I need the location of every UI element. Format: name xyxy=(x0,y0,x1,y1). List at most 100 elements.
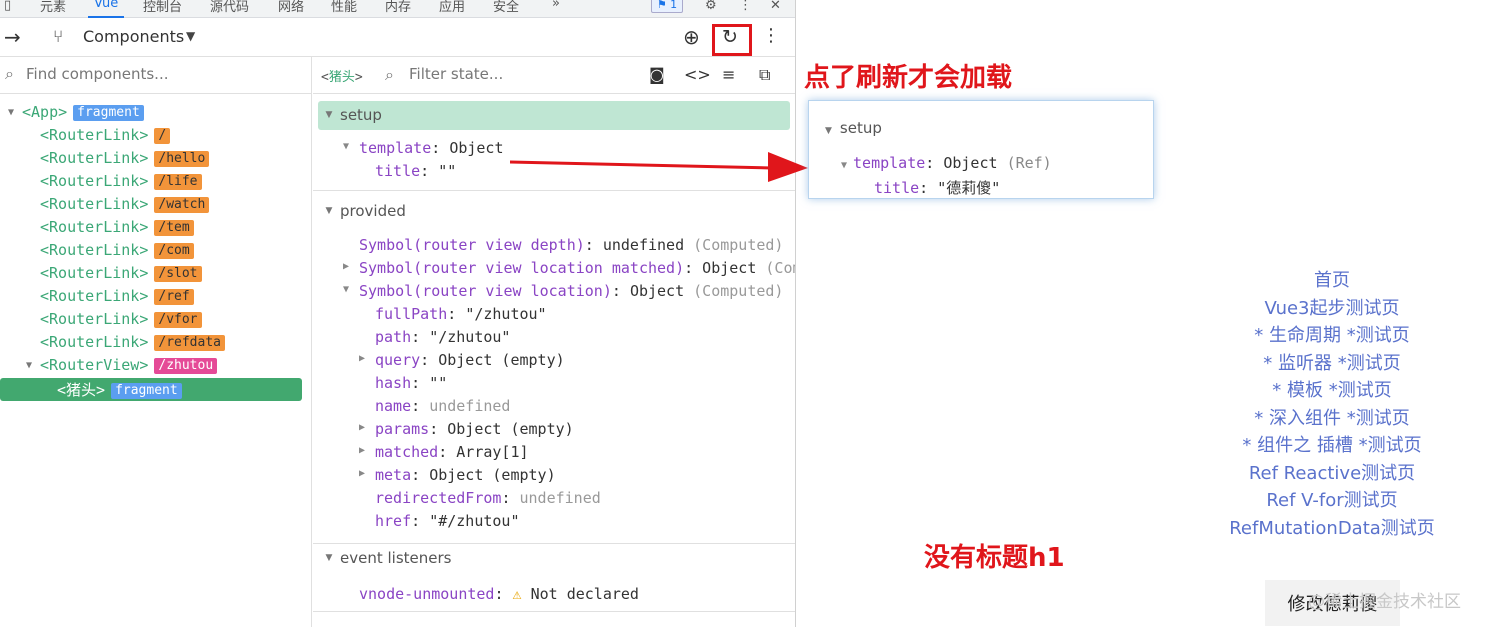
select-component-target-icon[interactable]: ⊕ xyxy=(683,25,700,49)
tab-application[interactable]: 应用 xyxy=(439,0,465,15)
component-name: <RouterLink> xyxy=(40,218,149,236)
component-search-input[interactable] xyxy=(26,63,306,85)
tree-row[interactable]: <RouterLink> /tem xyxy=(40,218,194,239)
component-badge: /com xyxy=(154,242,194,259)
prop-value: Object (empty) xyxy=(429,466,556,484)
provided-section-header[interactable]: ▼ provided xyxy=(318,197,790,226)
component-badge: /ref xyxy=(154,288,194,305)
component-name: <RouterLink> xyxy=(40,264,149,282)
arrow-right-icon[interactable]: → xyxy=(4,25,21,49)
nav-link[interactable]: * 生命周期 *测试页 xyxy=(1202,321,1462,347)
prop-key: meta xyxy=(375,466,412,484)
tab-vue[interactable]: Vue xyxy=(94,0,118,11)
location-prop[interactable]: href: "#/zhutou" xyxy=(375,512,520,530)
tree-row[interactable]: ▼ <RouterView> /zhutou xyxy=(26,356,218,377)
tree-row[interactable]: <RouterLink> /life xyxy=(40,172,202,193)
component-badge: /tem xyxy=(154,219,194,236)
expand-triangle-icon[interactable]: ▼ xyxy=(8,107,22,118)
setup-section-header[interactable]: ▼ setup xyxy=(318,101,790,130)
annotation-bottom: 没有标题h1 xyxy=(924,543,1065,573)
tree-row[interactable]: <RouterLink> /vfor xyxy=(40,310,202,331)
template-prop[interactable]: ▼ template: Object xyxy=(343,139,504,157)
tab-sources[interactable]: 源代码 xyxy=(210,0,249,15)
tab-elements[interactable]: 元素 xyxy=(40,0,66,15)
scroll-to-component-icon[interactable]: ≡ xyxy=(722,65,735,84)
location-prop[interactable]: name: undefined xyxy=(375,397,510,415)
nav-link[interactable]: RefMutationData测试页 xyxy=(1202,514,1462,540)
tab-console[interactable]: 控制台 xyxy=(143,0,182,15)
components-selector-label[interactable]: Components xyxy=(83,27,184,46)
prop-value: Array[1] xyxy=(456,443,529,461)
nav-link[interactable]: * 深入组件 *测试页 xyxy=(1202,404,1462,430)
location-prop[interactable]: fullPath: "/zhutou" xyxy=(375,305,547,323)
location-prop[interactable]: path: "/zhutou" xyxy=(375,328,510,346)
tab-security[interactable]: 安全 xyxy=(493,0,519,15)
kebab-menu-icon[interactable]: ⋮ xyxy=(739,0,752,13)
location-prop[interactable]: redirectedFrom: undefined xyxy=(375,489,601,507)
tree-row[interactable]: <RouterLink> /watch xyxy=(40,195,210,216)
more-tabs-icon[interactable]: » xyxy=(552,0,560,11)
setup-label: setup xyxy=(340,106,382,124)
tree-row[interactable]: <RouterLink> /hello xyxy=(40,149,210,170)
issues-badge[interactable]: ⚑ 1 xyxy=(651,0,683,13)
component-name: <RouterLink> xyxy=(40,195,149,213)
close-icon[interactable]: ✕ xyxy=(770,0,781,13)
prop-value: Not declared xyxy=(530,585,639,603)
code-brackets-icon[interactable]: <> xyxy=(684,65,711,84)
open-in-editor-icon[interactable]: ⧉ xyxy=(759,65,770,85)
provided-prop[interactable]: Symbol(router view depth): undefined (Co… xyxy=(359,236,783,254)
expand-triangle-icon: ▶ xyxy=(343,261,350,272)
tree-row[interactable]: <RouterLink> /slot xyxy=(40,264,202,285)
nav-link[interactable]: Ref V-for测试页 xyxy=(1202,486,1462,512)
title-prop[interactable]: title: "" xyxy=(375,162,456,180)
inspect-icon[interactable]: ▯ xyxy=(4,0,11,13)
tree-row[interactable]: <RouterLink> /refdata xyxy=(40,333,225,354)
collapse-triangle-icon: ▼ xyxy=(325,553,333,563)
prop-value: "#/zhutou" xyxy=(429,512,520,530)
nav-link[interactable]: * 监听器 *测试页 xyxy=(1202,349,1462,375)
tree-row[interactable]: <猪头> fragment xyxy=(57,379,182,400)
breadcrumb-close: > xyxy=(354,70,363,85)
filter-state-input[interactable] xyxy=(409,63,629,85)
nav-link[interactable]: Ref Reactive测试页 xyxy=(1202,459,1462,485)
tree-row[interactable]: <RouterLink> / xyxy=(40,126,171,147)
nav-link[interactable]: Vue3起步测试页 xyxy=(1202,294,1462,320)
component-badge: /slot xyxy=(154,265,202,282)
nav-link[interactable]: 首页 xyxy=(1202,266,1462,292)
expand-triangle-icon[interactable]: ▼ xyxy=(26,360,40,371)
nav-link[interactable]: * 模板 *测试页 xyxy=(1202,376,1462,402)
tree-row[interactable]: <RouterLink> /ref xyxy=(40,287,194,308)
location-prop[interactable]: ▶ meta: Object (empty) xyxy=(359,466,556,484)
annotation-arrow xyxy=(510,152,808,182)
provided-prop[interactable]: ▶ Symbol(router view location matched): O… xyxy=(343,259,795,277)
event-listener-row[interactable]: vnode-unmounted: ⚠ Not declared xyxy=(359,585,639,603)
location-prop[interactable]: hash: "" xyxy=(375,374,447,392)
refresh-icon[interactable]: ↻ xyxy=(722,26,738,48)
component-name: <RouterLink> xyxy=(40,287,149,305)
popup-title-prop: title: "德莉傻" xyxy=(874,179,1001,197)
tree-row[interactable]: <RouterLink> /com xyxy=(40,241,194,262)
popup-setup-label: setup xyxy=(839,119,882,137)
prop-key: Symbol(router view location) xyxy=(359,282,612,300)
provided-prop[interactable]: ▼ Symbol(router view location): Object (C… xyxy=(343,282,783,300)
location-prop[interactable]: ▶ query: Object (empty) xyxy=(359,351,565,369)
more-options-icon[interactable]: ⋮ xyxy=(762,25,780,46)
location-prop[interactable]: ▶ matched: Array[1] xyxy=(359,443,529,461)
component-name: <RouterLink> xyxy=(40,241,149,259)
prop-key: fullPath xyxy=(375,305,448,323)
tab-performance[interactable]: 性能 xyxy=(331,0,357,15)
location-prop[interactable]: ▶ params: Object (empty) xyxy=(359,420,574,438)
caret-down-icon[interactable]: ▼ xyxy=(186,29,195,43)
tree-row[interactable]: ▼ <App> fragment xyxy=(8,103,144,124)
event-listeners-label: event listeners xyxy=(340,549,452,567)
expand-triangle-icon: ▶ xyxy=(359,353,366,364)
tab-memory[interactable]: 内存 xyxy=(385,0,411,15)
vue-devtools-toolbar: → ⑂ Components ▼ ⊕ ↻ ⋮ xyxy=(0,19,795,57)
nav-link[interactable]: * 组件之 插槽 *测试页 xyxy=(1202,431,1462,457)
inspect-dom-icon[interactable]: ◙ xyxy=(649,65,665,84)
prop-value: "/zhutou" xyxy=(465,305,547,323)
component-badge: fragment xyxy=(73,104,144,121)
event-listeners-section-header[interactable]: ▼ event listeners xyxy=(318,544,790,573)
settings-gear-icon[interactable]: ⚙ xyxy=(705,0,717,13)
tab-network[interactable]: 网络 xyxy=(278,0,304,15)
